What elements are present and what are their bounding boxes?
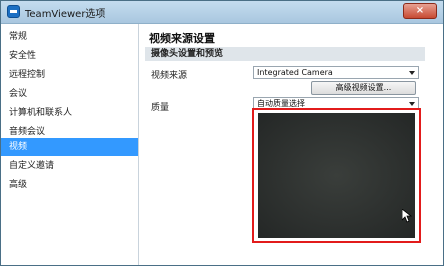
window-title: TeamViewer选项	[25, 9, 106, 20]
chevron-down-icon	[409, 71, 415, 75]
sidebar-item-remote-control[interactable]: 远程控制	[1, 66, 138, 84]
sidebar-item-computers-contacts[interactable]: 计算机和联系人	[1, 104, 138, 122]
sidebar-item-meeting[interactable]: 会议	[1, 85, 138, 103]
page-title: 视频来源设置	[149, 32, 215, 45]
video-source-select[interactable]: Integrated Camera	[253, 66, 419, 79]
quality-label: 质量	[151, 103, 170, 113]
video-source-label: 视频来源	[151, 71, 188, 81]
title-bar: TeamViewer选项 ×	[1, 1, 443, 24]
section-header: 摄像头设置和预览	[145, 47, 425, 61]
video-source-value: Integrated Camera	[257, 68, 333, 77]
sidebar-item-security[interactable]: 安全性	[1, 47, 138, 65]
teamviewer-logo-icon	[7, 5, 20, 18]
preview-highlight-frame	[252, 108, 421, 243]
sidebar-item-general[interactable]: 常规	[1, 28, 138, 46]
advanced-video-settings-button[interactable]: 高级视频设置...	[311, 81, 416, 95]
options-sidebar: 常规 安全性 远程控制 会议 计算机和联系人 音频会议 视频 自定义邀请 高级	[1, 24, 139, 265]
sidebar-item-advanced[interactable]: 高级	[1, 176, 138, 194]
video-settings-panel: 视频来源设置 摄像头设置和预览 视频来源 Integrated Camera 高…	[139, 24, 443, 265]
chevron-down-icon	[409, 102, 415, 106]
sidebar-item-custom-invitation[interactable]: 自定义邀请	[1, 157, 138, 175]
options-window: TeamViewer选项 × 常规 安全性 远程控制 会议 计算机和联系人 音频…	[0, 0, 444, 266]
mouse-pointer-icon	[402, 209, 412, 223]
close-button[interactable]: ×	[403, 3, 437, 19]
sidebar-item-video[interactable]: 视频	[1, 138, 138, 156]
camera-preview	[258, 113, 415, 238]
quality-value: 自动质量选择	[257, 99, 305, 108]
